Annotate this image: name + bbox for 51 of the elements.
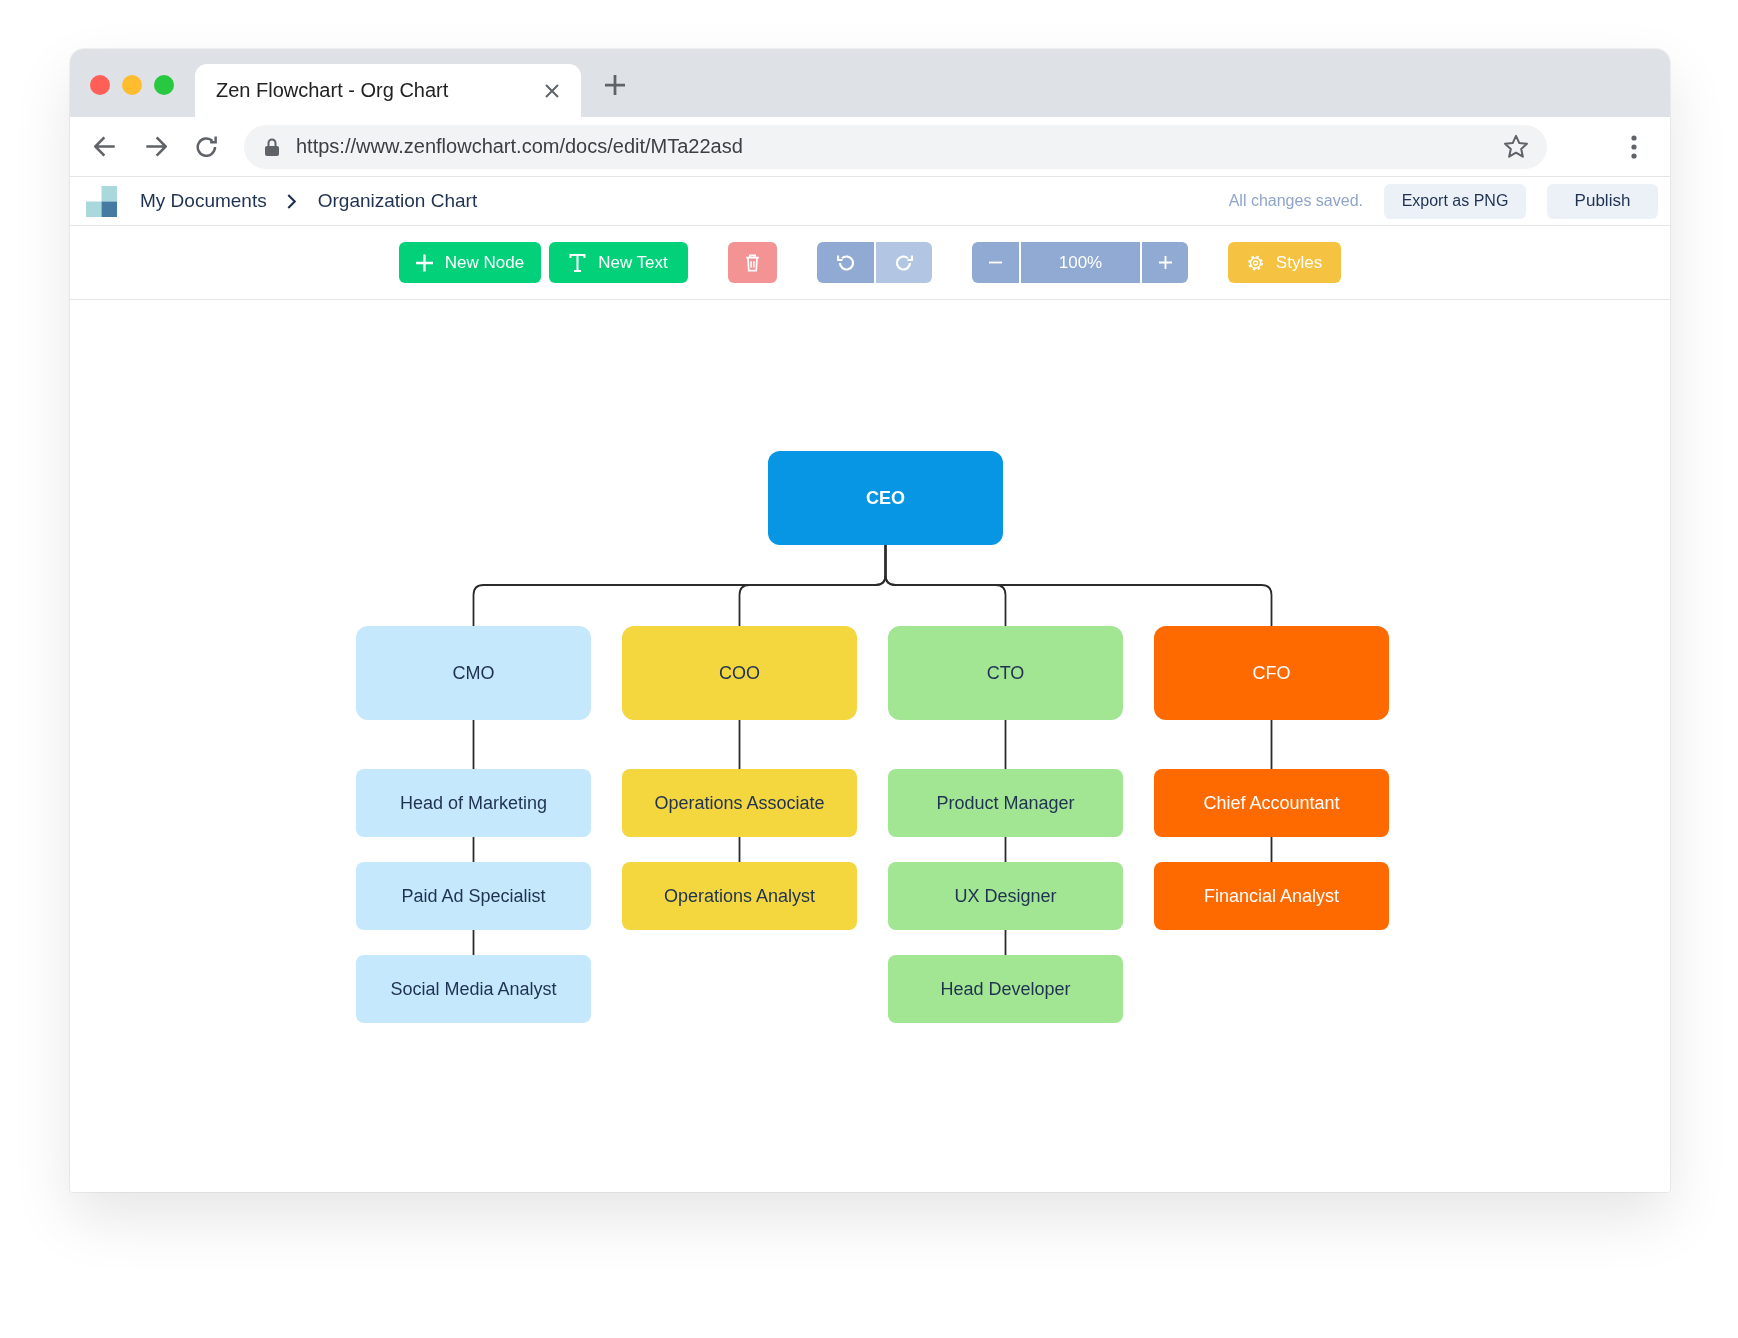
forward-arrow-icon[interactable] [145, 136, 167, 157]
connector-line [472, 929, 475, 956]
more-menu-icon[interactable] [1631, 134, 1637, 159]
plus-icon [415, 253, 433, 272]
org-chart-node: CTO [888, 626, 1123, 720]
star-icon[interactable] [1503, 134, 1529, 159]
undo-button[interactable] [817, 242, 874, 283]
plus-icon [1158, 256, 1172, 269]
org-chart-node: Operations Analyst [622, 862, 857, 930]
org-chart-node: Operations Associate [622, 769, 857, 837]
browser-tab[interactable]: Zen Flowchart - Org Chart [195, 64, 581, 117]
connector-line [1004, 929, 1007, 956]
lock-icon [265, 137, 279, 156]
save-status: All changes saved. [1228, 192, 1363, 210]
org-chart-node: Paid Ad Specialist [356, 862, 591, 930]
redo-icon [895, 253, 913, 272]
connector-line [738, 719, 741, 770]
connector-line [472, 719, 475, 770]
connector-line [1004, 836, 1007, 863]
address-bar[interactable]: https://www.zenflowchart.com/docs/edit/MTa22asd [244, 124, 1547, 169]
org-chart-node: Social Media Analyst [356, 955, 591, 1023]
window-close-icon[interactable] [90, 75, 110, 95]
org-chart-node: Product Manager [888, 769, 1123, 837]
org-chart-node: UX Designer [888, 862, 1123, 930]
connector-line [1004, 719, 1007, 770]
connector-line [1270, 719, 1273, 770]
connector-line [1270, 836, 1273, 863]
org-chart-node: CEO [768, 451, 1003, 545]
connector-line [472, 836, 475, 863]
breadcrumb-link[interactable]: My Documents [140, 190, 267, 212]
org-chart-node: Head Developer [888, 955, 1123, 1023]
text-icon [569, 253, 587, 272]
document-title: Organization Chart [317, 190, 478, 212]
export-button[interactable]: Export as PNG [1384, 183, 1526, 219]
undo-icon [837, 253, 854, 272]
trash-icon [744, 253, 761, 272]
logo-icon[interactable] [86, 185, 117, 217]
connector-line [738, 836, 741, 863]
plus-icon[interactable] [605, 75, 625, 95]
publish-button[interactable]: Publish [1547, 183, 1658, 219]
org-chart-node: CFO [1154, 626, 1389, 720]
org-chart-node: Chief Accountant [1154, 769, 1389, 837]
close-icon[interactable] [545, 83, 559, 98]
org-chart-node: Head of Marketing [356, 769, 591, 837]
org-chart-node: CMO [356, 626, 591, 720]
chevron-right-icon [286, 193, 296, 209]
back-arrow-icon[interactable] [94, 136, 116, 157]
org-chart-node: Financial Analyst [1154, 862, 1389, 930]
settings-icon [1246, 253, 1264, 272]
org-chart-node: COO [622, 626, 857, 720]
reload-icon[interactable] [196, 136, 218, 157]
